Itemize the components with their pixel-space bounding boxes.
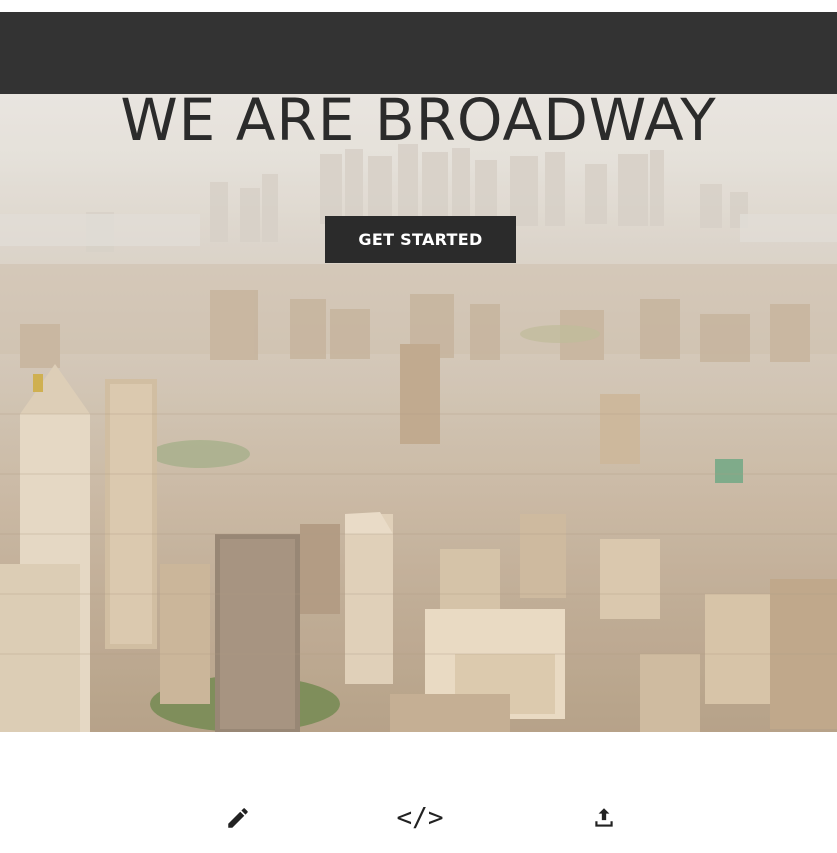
header-bar [0,12,837,94]
hero-section: WE ARE BROADWAY GET STARTED [0,94,837,732]
top-strip [0,0,837,12]
code-icon-glyph: </> [396,803,444,833]
pencil-icon[interactable] [216,796,260,840]
hero-title: WE ARE BROADWAY [120,94,717,154]
feature-icon-row: </> [0,796,837,840]
code-icon[interactable]: </> [396,796,444,840]
upload-icon-graphic [595,808,613,827]
page: WE ARE BROADWAY GET STARTED </> [0,0,837,853]
upload-icon[interactable] [582,796,626,840]
get-started-button[interactable]: GET STARTED [325,216,516,263]
pencil-icon-graphic [228,808,248,828]
city-skyline-image [0,94,837,732]
